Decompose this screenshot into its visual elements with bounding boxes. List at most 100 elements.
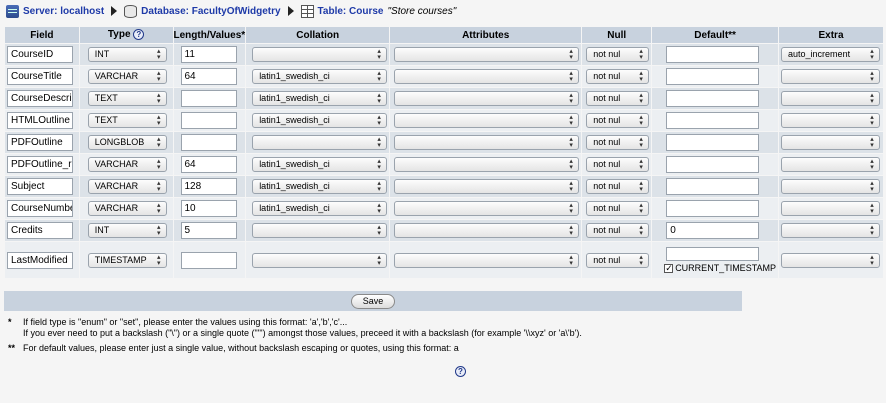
length-input[interactable] (180, 90, 237, 107)
default-input[interactable] (666, 156, 760, 173)
field-name-input[interactable]: Subject (7, 178, 73, 195)
collation-select[interactable]: latin1_swedish_ci (252, 201, 388, 216)
field-name-input[interactable]: HTMLOutline (7, 112, 73, 129)
null-select[interactable]: not nul (586, 47, 650, 62)
type-select[interactable]: TEXT (87, 113, 167, 128)
collation-select[interactable]: latin1_swedish_ci (252, 157, 388, 172)
length-input[interactable] (180, 112, 237, 129)
field-name-input[interactable]: CourseID (7, 46, 73, 63)
field-name-input[interactable]: PDFOutline_r (7, 156, 73, 173)
null-select[interactable]: not nul (586, 135, 650, 150)
null-select[interactable]: not nul (586, 91, 650, 106)
length-input[interactable]: 128 (180, 178, 237, 195)
field-name-input[interactable]: CourseDescri (7, 90, 73, 107)
default-input[interactable] (666, 46, 760, 63)
attributes-select[interactable] (394, 69, 580, 84)
default-input[interactable] (666, 68, 760, 85)
extra-select[interactable] (781, 113, 881, 128)
save-bar: Save (4, 291, 742, 311)
null-select-value: not nul (593, 137, 621, 147)
attributes-select[interactable] (394, 157, 580, 172)
default-cell (652, 154, 779, 175)
breadcrumb-server-link[interactable]: Server: localhost (23, 6, 104, 17)
question-icon[interactable]: ? (455, 366, 466, 377)
breadcrumb-database-link[interactable]: Database: FacultyOfWidgetry (141, 6, 280, 17)
null-select[interactable]: not nul (586, 223, 650, 238)
default-input[interactable] (666, 112, 760, 129)
save-button[interactable]: Save (350, 293, 396, 309)
length-input[interactable] (180, 134, 237, 151)
field-name-input[interactable]: PDFOutline (7, 134, 73, 151)
type-select[interactable]: INT (87, 47, 167, 62)
type-select[interactable]: INT (87, 223, 167, 238)
null-select[interactable]: not nul (586, 157, 650, 172)
type-select[interactable]: VARCHAR (87, 157, 167, 172)
attributes-select[interactable] (394, 223, 580, 238)
table-row: CourseTitle VARCHAR 64 latin1_swedish_ci not… (5, 66, 883, 87)
collation-select[interactable] (252, 47, 388, 62)
null-select[interactable]: not nul (586, 179, 650, 194)
collation-select[interactable]: latin1_swedish_ci (252, 179, 388, 194)
field-name-input[interactable]: CourseTitle (7, 68, 73, 85)
field-name-input[interactable]: LastModified (7, 251, 73, 269)
default-input[interactable] (666, 200, 760, 217)
table-row: PDFOutline_r VARCHAR 64 latin1_swedish_ci no… (5, 154, 883, 175)
null-select[interactable]: not nul (586, 252, 650, 268)
table-icon (300, 4, 314, 18)
length-input[interactable]: 5 (180, 222, 237, 239)
extra-select[interactable] (781, 223, 881, 238)
length-input[interactable]: 10 (180, 200, 237, 217)
question-icon[interactable]: ? (133, 29, 145, 41)
null-select[interactable]: not nul (586, 113, 650, 128)
field-name-input[interactable]: Credits (7, 222, 73, 239)
attributes-select[interactable] (394, 91, 580, 106)
collation-select[interactable] (252, 223, 388, 238)
breadcrumb-table-link[interactable]: Table: Course (318, 6, 384, 17)
attributes-select[interactable] (394, 47, 580, 62)
extra-select[interactable] (781, 179, 881, 194)
field-name-input[interactable]: CourseNumbe (7, 200, 73, 217)
type-select[interactable]: VARCHAR (87, 69, 167, 84)
default-input[interactable]: 0 (666, 222, 760, 239)
collation-select[interactable]: latin1_swedish_ci (252, 91, 388, 106)
attributes-select[interactable] (394, 201, 580, 216)
attributes-cell (390, 66, 582, 87)
collation-select[interactable]: latin1_swedish_ci (252, 69, 388, 84)
length-input[interactable]: 64 (180, 156, 237, 173)
type-select[interactable]: LONGBLOB (87, 135, 167, 150)
footnotes: * If field type is "enum" or "set", plea… (8, 317, 582, 358)
length-input[interactable]: 64 (180, 68, 237, 85)
type-select[interactable]: VARCHAR (87, 179, 167, 194)
extra-select[interactable] (781, 201, 881, 216)
length-input[interactable]: 11 (180, 46, 237, 63)
type-select[interactable]: TEXT (87, 91, 167, 106)
extra-select[interactable] (781, 135, 881, 150)
extra-select[interactable] (781, 69, 881, 84)
collation-select[interactable]: latin1_swedish_ci (252, 113, 388, 128)
attributes-select[interactable] (394, 135, 580, 150)
type-select[interactable]: TIMESTAMP (87, 252, 167, 268)
attributes-select[interactable] (394, 252, 580, 268)
attributes-select[interactable] (394, 179, 580, 194)
attributes-select[interactable] (394, 113, 580, 128)
null-select-value: not nul (593, 181, 621, 191)
extra-select[interactable] (781, 252, 881, 268)
null-select-value: not nul (593, 203, 621, 213)
length-input[interactable] (180, 251, 237, 269)
extra-cell (779, 110, 883, 131)
extra-select[interactable]: auto_increment (781, 47, 881, 62)
collation-select[interactable] (252, 252, 388, 268)
null-select[interactable]: not nul (586, 201, 650, 216)
collation-select[interactable] (252, 135, 388, 150)
default-input[interactable] (666, 134, 760, 151)
current-timestamp-checkbox[interactable]: ✓ (664, 263, 674, 273)
extra-select[interactable] (781, 91, 881, 106)
type-cell: TIMESTAMP (79, 242, 173, 278)
default-input[interactable] (666, 178, 760, 195)
extra-select[interactable] (781, 157, 881, 172)
type-select[interactable]: VARCHAR (87, 201, 167, 216)
current-timestamp-option[interactable]: ✓ CURRENT_TIMESTAMP (664, 263, 776, 273)
default-input[interactable] (666, 90, 760, 107)
null-select[interactable]: not nul (586, 69, 650, 84)
default-input[interactable] (666, 247, 760, 261)
